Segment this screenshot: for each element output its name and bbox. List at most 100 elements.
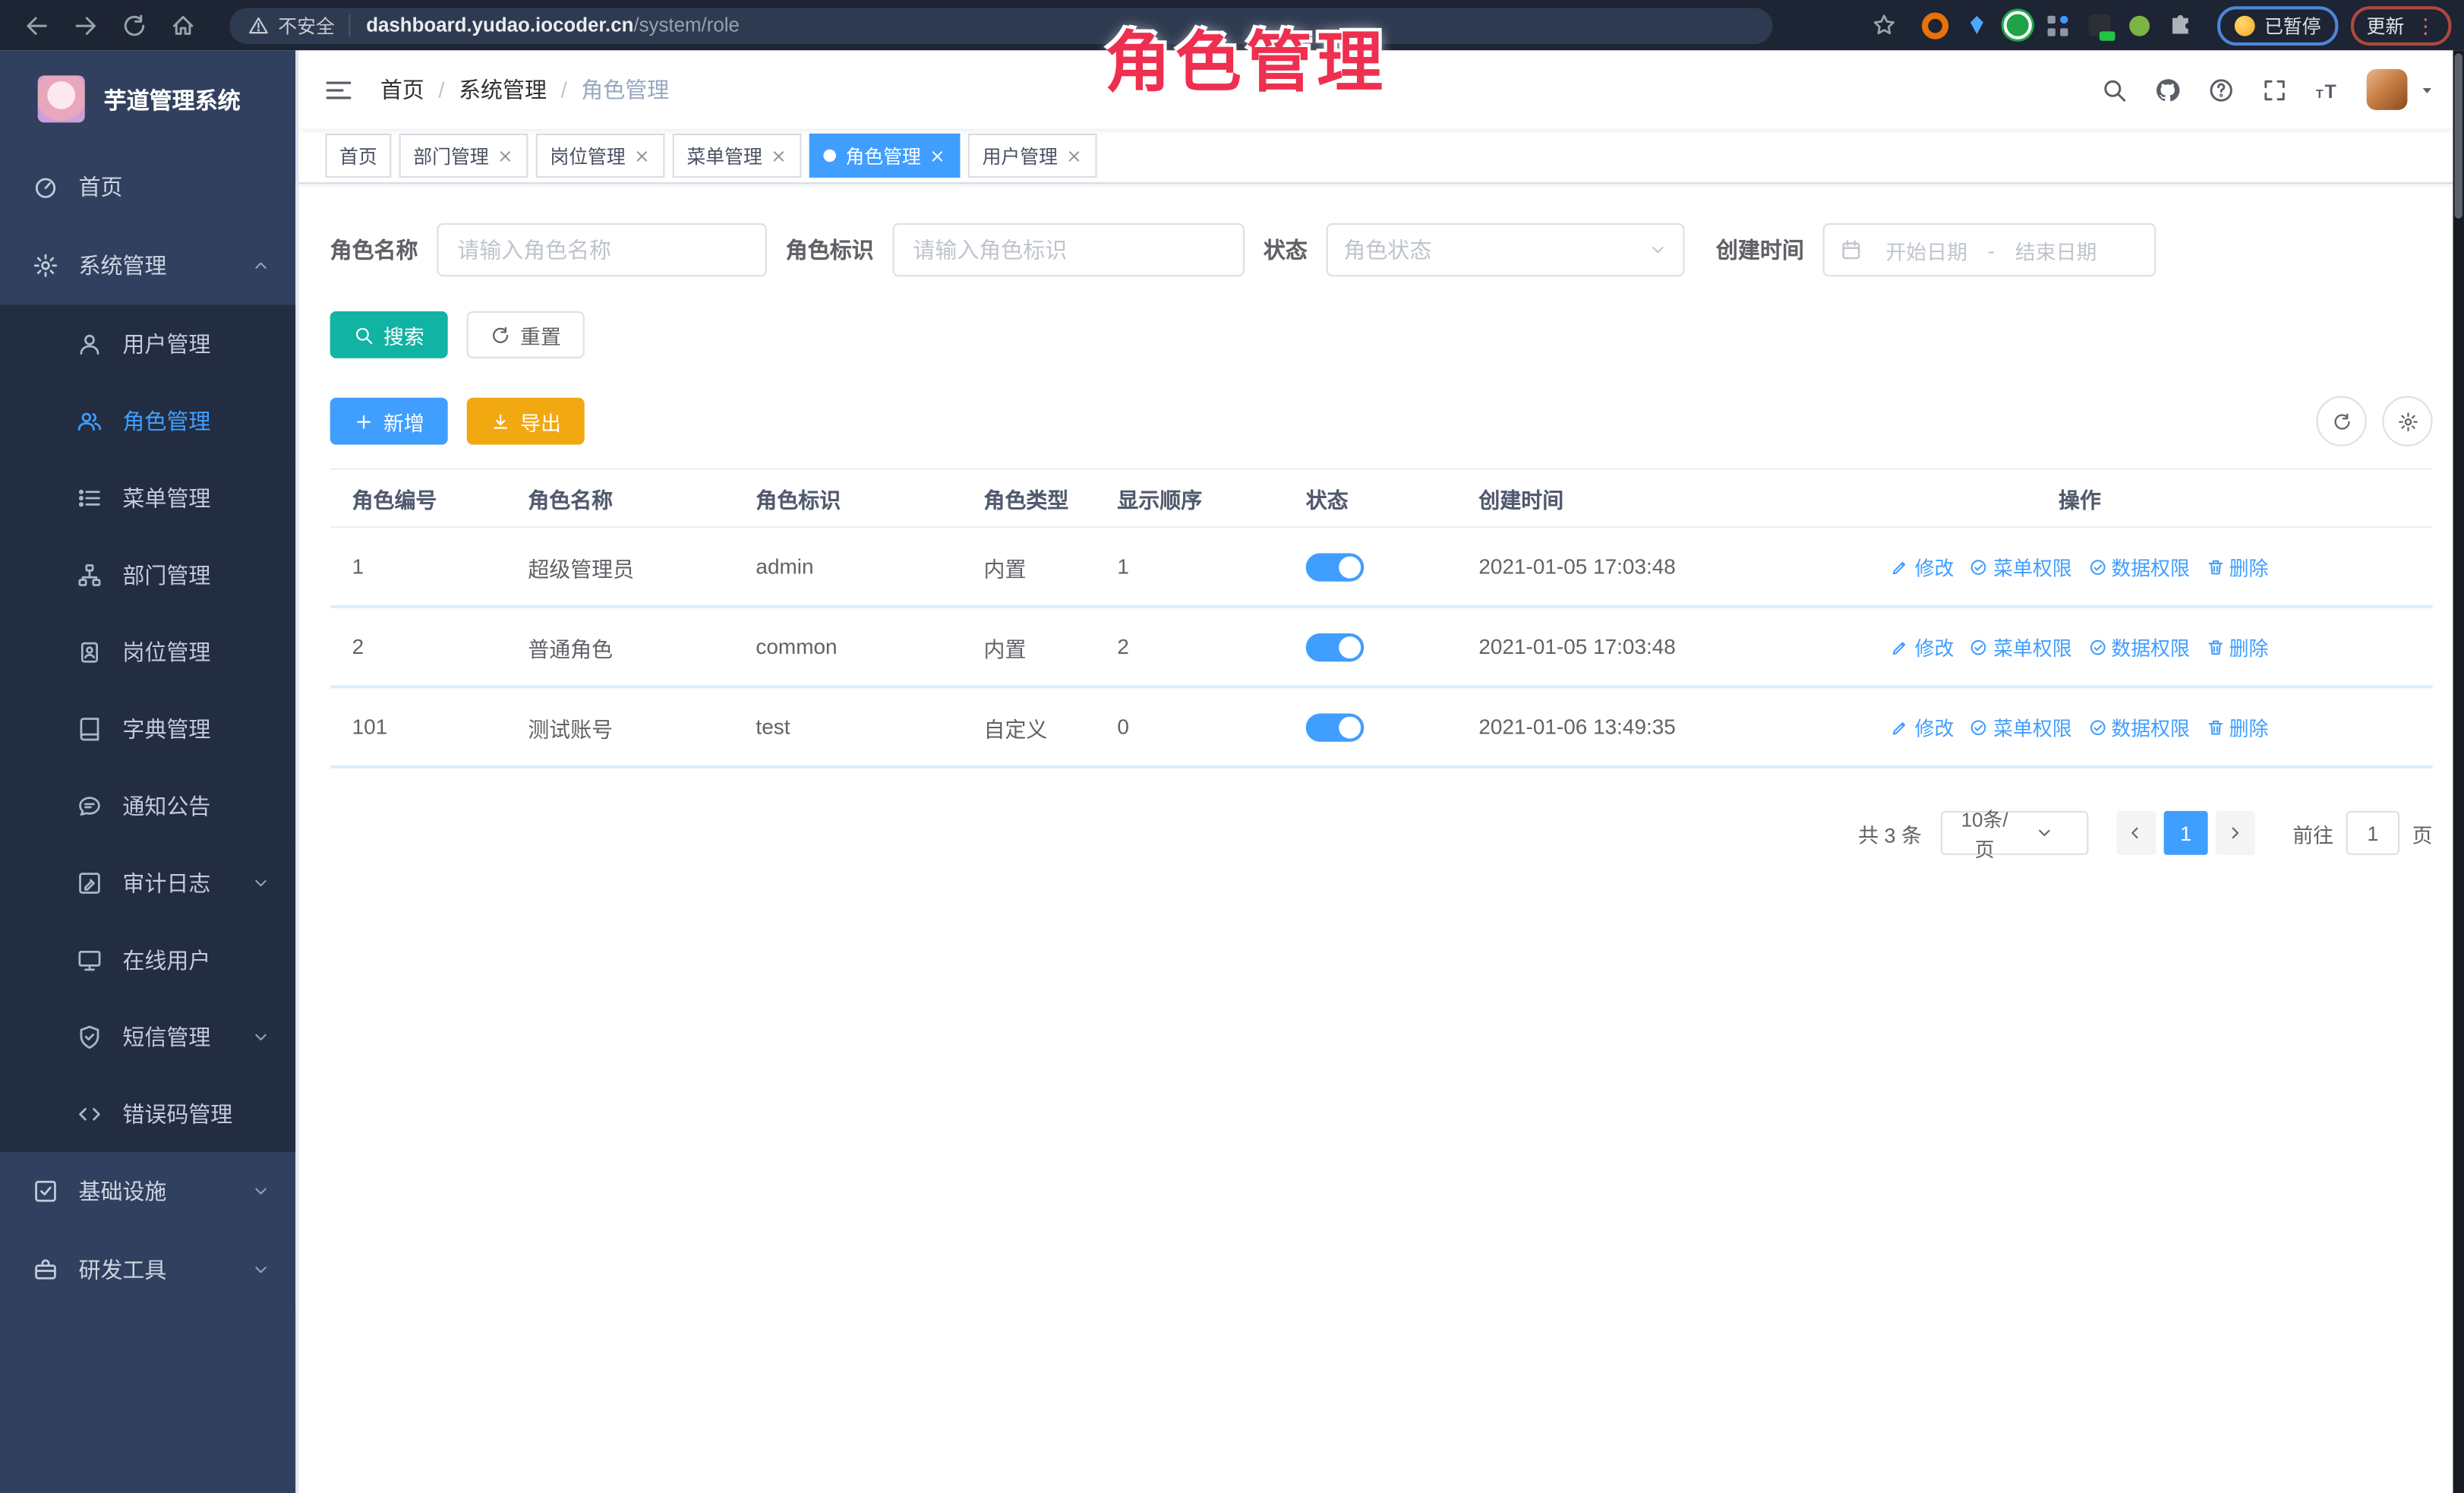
page-number-button[interactable]: 1 xyxy=(2164,811,2208,855)
row-action-data-perm[interactable]: 数据权限 xyxy=(2087,551,2190,581)
tab-post[interactable]: 岗位管理 xyxy=(536,134,665,178)
user-avatar[interactable] xyxy=(2367,69,2408,110)
goto-page-input[interactable] xyxy=(2346,811,2399,855)
extension-icon-gem[interactable] xyxy=(1963,11,1991,39)
tab-menu[interactable]: 菜单管理 xyxy=(673,134,802,178)
browser-menu-dots-icon[interactable]: ⋮ xyxy=(2415,15,2436,36)
sidebar-item-role[interactable]: 角色管理 xyxy=(0,382,295,459)
extension-icon-grid[interactable] xyxy=(2044,11,2072,39)
sidebar-item-sms[interactable]: 短信管理 xyxy=(0,998,295,1075)
bookmark-star-icon[interactable] xyxy=(1872,13,1897,38)
sidebar-item-label: 用户管理 xyxy=(122,327,210,358)
role-name-input[interactable] xyxy=(437,223,767,276)
browser-update-button[interactable]: 更新 ⋮ xyxy=(2351,5,2451,45)
column-header: 角色标识 xyxy=(734,469,961,528)
start-date-placeholder[interactable]: 开始日期 xyxy=(1875,235,1979,264)
sidebar-item-menu[interactable]: 菜单管理 xyxy=(0,459,295,535)
reset-button[interactable]: 重置 xyxy=(467,311,585,358)
sidebar-item-label: 首页 xyxy=(78,172,122,203)
role-status-toggle[interactable] xyxy=(1306,552,1365,580)
browser-home-icon[interactable] xyxy=(170,12,197,39)
role-status-toggle[interactable] xyxy=(1306,633,1365,661)
end-date-placeholder[interactable]: 结束日期 xyxy=(2004,235,2108,264)
help-icon[interactable] xyxy=(2208,76,2235,103)
close-icon[interactable] xyxy=(929,147,946,164)
row-action-edit[interactable]: 修改 xyxy=(1891,712,1954,741)
extension-icon-leaf[interactable] xyxy=(2126,11,2154,39)
sidebar-item-notice[interactable]: 通知公告 xyxy=(0,767,295,844)
extensions-puzzle-icon[interactable] xyxy=(2167,11,2195,39)
circle-check-icon xyxy=(2087,637,2106,656)
row-action-delete[interactable]: 删除 xyxy=(2206,712,2269,741)
tab-dept[interactable]: 部门管理 xyxy=(399,134,528,178)
row-action-menu-perm[interactable]: 菜单权限 xyxy=(1970,551,2072,581)
close-icon[interactable] xyxy=(770,147,787,164)
row-action-delete[interactable]: 删除 xyxy=(2206,551,2269,581)
role-ident-label: 角色标识 xyxy=(786,234,874,265)
sidebar-item-user[interactable]: 用户管理 xyxy=(0,305,295,381)
status-select[interactable]: 角色状态 xyxy=(1327,223,1685,276)
close-icon[interactable] xyxy=(1065,147,1083,164)
sidebar-logo-row[interactable]: 芋道管理系统 xyxy=(0,50,295,147)
sidebar-item-online-user[interactable]: 在线用户 xyxy=(0,921,295,998)
font-size-icon[interactable]: TT xyxy=(2314,76,2341,103)
sidebar-item-home[interactable]: 首页 xyxy=(0,148,295,226)
prev-page-button[interactable] xyxy=(2117,811,2156,855)
extension-icon-dark-on[interactable] xyxy=(2085,11,2113,39)
scrollbar-thumb[interactable] xyxy=(2455,53,2462,218)
close-icon[interactable] xyxy=(633,147,651,164)
fullscreen-icon[interactable] xyxy=(2261,76,2288,103)
refresh-table-button[interactable] xyxy=(2316,396,2366,447)
chevron-down-icon xyxy=(2014,823,2074,842)
sidebar-item-label: 菜单管理 xyxy=(122,481,210,513)
breadcrumb-home[interactable]: 首页 xyxy=(380,74,424,105)
sidebar-item-audit-log[interactable]: 审计日志 xyxy=(0,844,295,920)
tab-home[interactable]: 首页 xyxy=(325,134,391,178)
row-action-menu-perm[interactable]: 菜单权限 xyxy=(1970,632,2072,661)
extension-icon-green[interactable] xyxy=(2004,11,2032,39)
browser-forward-icon[interactable] xyxy=(72,12,99,39)
sidebar-item-infra[interactable]: 基础设施 xyxy=(0,1152,295,1230)
export-button[interactable]: 导出 xyxy=(467,398,585,445)
sidebar-item-post[interactable]: 岗位管理 xyxy=(0,613,295,690)
row-action-edit[interactable]: 修改 xyxy=(1891,551,1954,581)
table-cell: admin xyxy=(734,527,961,607)
browser-back-icon[interactable] xyxy=(24,12,50,39)
role-status-toggle[interactable] xyxy=(1306,713,1365,741)
extension-icon-ring[interactable] xyxy=(1922,11,1950,39)
sidebar-item-dept[interactable]: 部门管理 xyxy=(0,536,295,613)
search-icon[interactable] xyxy=(2101,76,2128,103)
row-action-data-perm[interactable]: 数据权限 xyxy=(2087,632,2190,661)
sidebar-item-dev-tools[interactable]: 研发工具 xyxy=(0,1230,295,1308)
sidebar-item-error-code[interactable]: 错误码管理 xyxy=(0,1075,295,1152)
hamburger-icon[interactable] xyxy=(323,74,353,104)
sidebar-item-system[interactable]: 系统管理 xyxy=(0,226,295,305)
table-cell: 1 xyxy=(330,527,506,607)
next-page-button[interactable] xyxy=(2216,811,2255,855)
profile-paused-chip[interactable]: 已暂停 xyxy=(2217,5,2338,45)
github-icon[interactable] xyxy=(2154,76,2181,103)
row-action-delete[interactable]: 删除 xyxy=(2206,632,2269,661)
row-action-edit[interactable]: 修改 xyxy=(1891,632,1954,661)
column-settings-button[interactable] xyxy=(2382,396,2432,447)
tree-icon xyxy=(77,562,102,587)
close-icon[interactable] xyxy=(497,147,514,164)
create-time-range-picker[interactable]: 开始日期 - 结束日期 xyxy=(1823,223,2156,276)
row-action-menu-perm[interactable]: 菜单权限 xyxy=(1970,712,2072,741)
security-label[interactable]: 不安全 xyxy=(278,12,335,39)
browser-reload-icon[interactable] xyxy=(121,12,147,39)
page-size-select[interactable]: 10条/页 xyxy=(1941,811,2089,855)
role-ident-input[interactable] xyxy=(892,223,1245,276)
refresh-icon xyxy=(2331,411,2352,431)
page-scrollbar[interactable] xyxy=(2453,50,2463,1493)
sidebar-item-dict[interactable]: 字典管理 xyxy=(0,690,295,767)
status-select-placeholder: 角色状态 xyxy=(1343,234,1648,265)
address-bar[interactable]: 不安全 dashboard.yudao.iocoder.cn/system/ro… xyxy=(229,7,1772,43)
breadcrumb-system[interactable]: 系统管理 xyxy=(459,74,547,105)
add-button[interactable]: 新增 xyxy=(330,398,448,445)
avatar-caret-down-icon[interactable] xyxy=(2418,81,2436,99)
row-action-data-perm[interactable]: 数据权限 xyxy=(2087,712,2190,741)
search-button[interactable]: 搜索 xyxy=(330,311,448,358)
tab-user[interactable]: 用户管理 xyxy=(968,134,1097,178)
tab-role[interactable]: 角色管理 xyxy=(809,134,961,178)
